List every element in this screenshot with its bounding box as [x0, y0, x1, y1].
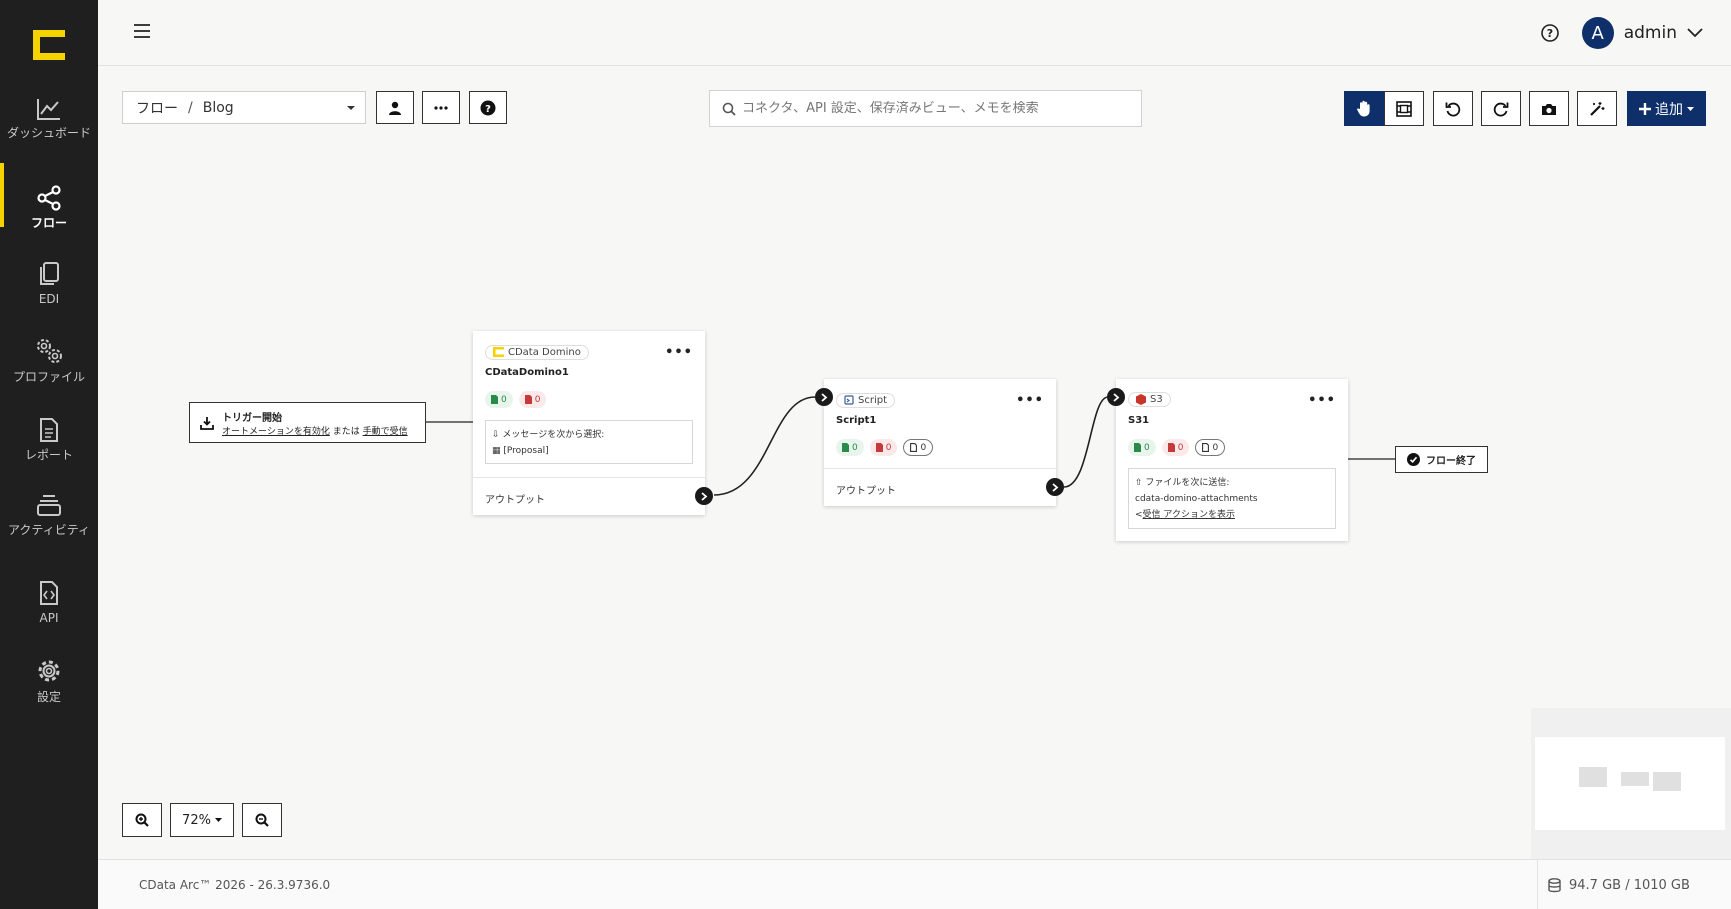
file-check-icon	[491, 395, 498, 404]
chevron-right-icon	[820, 392, 827, 402]
enable-automation-link[interactable]: オートメーションを有効化	[222, 427, 330, 437]
flow-end-label: フロー終了	[1426, 456, 1476, 467]
minimap-node	[1653, 772, 1681, 791]
minimap[interactable]	[1531, 708, 1731, 859]
zoom-in-icon	[135, 813, 149, 827]
output-row: アウトプット	[473, 477, 705, 515]
pending-count-badge: 0	[1195, 439, 1226, 456]
success-count-badge: 0	[836, 439, 864, 456]
storage-indicator: 94.7 GB / 1010 GB	[1537, 860, 1731, 909]
success-count-badge: 0	[1128, 439, 1156, 456]
trigger-start-node[interactable]: トリガー開始 オートメーションを有効化 または 手動で受信	[189, 402, 426, 443]
input-port[interactable]	[815, 388, 833, 406]
trigger-or-text: または	[332, 426, 360, 437]
upload-icon: ⇧	[1135, 478, 1143, 488]
send-target-box: ⇧ ファイルを次に送信: cdata-domino-attachments <受…	[1128, 468, 1336, 529]
table-icon: ▦	[492, 446, 501, 456]
minimap-node	[1621, 772, 1649, 786]
node-more-icon[interactable]: •••	[1308, 393, 1336, 408]
file-icon	[1202, 443, 1210, 452]
file-error-icon	[875, 443, 883, 452]
trigger-title: トリガー開始	[222, 412, 282, 424]
error-count-badge: 0	[1161, 439, 1190, 456]
zoom-level-select[interactable]: 72%	[170, 803, 234, 837]
share-icon: <	[1135, 510, 1143, 520]
pending-count-badge: 0	[903, 439, 934, 456]
zoom-in-button[interactable]	[122, 803, 162, 837]
connector-type-badge: CData Domino	[485, 344, 589, 360]
file-check-icon	[842, 443, 849, 452]
storage-text: 94.7 GB / 1010 GB	[1569, 877, 1690, 893]
aws-s3-icon	[1136, 394, 1146, 405]
connector-node-script1[interactable]: Script ••• Script1 0 0 0 アウトプット	[815, 379, 1064, 506]
file-icon	[910, 443, 918, 452]
caret-down-icon	[214, 818, 222, 822]
script-icon	[844, 395, 854, 405]
node-more-icon[interactable]: •••	[1016, 393, 1044, 408]
footer: CData Arc™ 2026 - 26.3.9736.0 94.7 GB / …	[98, 859, 1731, 909]
zoom-level: 72%	[182, 812, 211, 828]
output-port[interactable]	[695, 487, 713, 505]
node-name: S31	[1128, 415, 1150, 426]
check-circle-icon	[1407, 453, 1420, 466]
version-text: CData Arc™ 2026 - 26.3.9736.0	[139, 878, 331, 892]
inbox-icon: ⇩	[492, 430, 500, 440]
connector-type-label: Script	[858, 394, 888, 406]
output-row: アウトプット	[824, 468, 1056, 506]
view-receive-action-link[interactable]: 受信 アクションを表示	[1143, 510, 1235, 520]
connector-type-label: CData Domino	[508, 346, 581, 358]
minimap-viewport[interactable]	[1535, 737, 1725, 830]
flow-end-node[interactable]: フロー終了	[1395, 446, 1488, 473]
node-more-icon[interactable]: •••	[665, 345, 693, 360]
success-count-badge: 0	[485, 391, 513, 408]
file-error-icon	[1167, 443, 1175, 452]
connector-type-label: S3	[1150, 394, 1163, 405]
cdata-logo-icon	[493, 347, 504, 357]
chevron-right-icon	[1051, 482, 1058, 492]
message-source-box: ⇩ メッセージを次から選択: ▦ [Proposal]	[485, 420, 693, 464]
database-icon	[1548, 877, 1561, 892]
zoom-out-icon	[255, 813, 269, 827]
download-icon	[200, 416, 214, 430]
error-count-badge: 0	[869, 439, 898, 456]
manual-receive-link[interactable]: 手動で受信	[363, 427, 408, 437]
chevron-right-icon	[700, 491, 707, 501]
node-name: Script1	[836, 415, 877, 426]
file-check-icon	[1134, 443, 1141, 452]
file-error-icon	[524, 395, 532, 404]
zoom-out-button[interactable]	[242, 803, 282, 837]
connector-type-badge: S3	[1128, 392, 1171, 407]
node-name: CDataDomino1	[485, 367, 569, 378]
connector-type-badge: Script	[836, 392, 896, 408]
chevron-right-icon	[1112, 392, 1119, 402]
error-count-badge: 0	[518, 391, 547, 408]
output-port[interactable]	[1046, 478, 1064, 496]
input-port[interactable]	[1107, 388, 1125, 406]
connector-node-s31[interactable]: S3 ••• S31 0 0 0 ⇧ ファイルを次に送信: cdata-domi…	[1107, 379, 1348, 541]
connector-node-cdatadomino1[interactable]: CData Domino ••• CDataDomino1 0 0 ⇩ メッセー…	[473, 331, 713, 515]
minimap-node	[1579, 767, 1607, 787]
